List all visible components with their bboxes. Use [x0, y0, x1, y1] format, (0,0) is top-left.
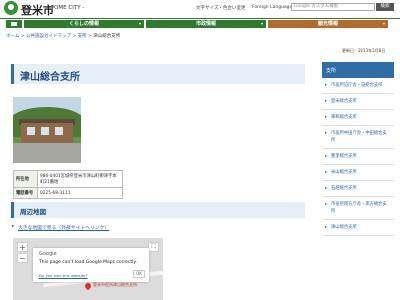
sidebar-item[interactable]: 市役所迫庁舎・迫総合支所: [322, 78, 394, 94]
sidebar: 支所 市役所迫庁舎・迫総合支所 登米総合支所 東和総合支所 市役所中田庁舎・中田…: [322, 62, 394, 236]
phone-value: 0225-68-3111: [37, 187, 123, 199]
sidebar-item[interactable]: 豊里総合支所: [322, 149, 394, 165]
phone-label: 電話番号: [13, 187, 38, 199]
ok-button[interactable]: OK: [133, 270, 145, 278]
sidebar-item[interactable]: 東和総合支所: [322, 110, 394, 126]
site-header: 登米市 - TOME CITY - 文字サイズ・色合い変更 Foreign La…: [0, 0, 400, 18]
facility-info-table: 所在地 986-0401宮城県登米市津山町柳津字本町21番地 電話番号 0225…: [13, 170, 123, 199]
table-row: 所在地 986-0401宮城県登米市津山町柳津字本町21番地: [13, 170, 123, 188]
address-label: 所在地: [13, 170, 38, 188]
fullscreen-icon[interactable]: ⛶: [148, 242, 159, 252]
city-logo-icon[interactable]: [4, 1, 18, 15]
google-map[interactable]: 登米市役所津山総合支所 + − ⛶ Google This page can't…: [13, 238, 163, 300]
global-nav: くらしの情報 市政情報 観光情報: [0, 18, 400, 28]
search-input[interactable]: Google カスタム検索: [291, 3, 375, 11]
map-heading: 周辺地図: [20, 208, 46, 216]
page-title: 津山総合支所: [20, 72, 80, 83]
site-subtitle: - TOME CITY -: [47, 5, 85, 11]
breadcrumb: ホーム > 公共施設ガイドマップ > 支所 > 津山総合支所: [6, 34, 121, 39]
search-button[interactable]: 検索: [376, 3, 394, 11]
sidebar-item[interactable]: 市役所南方庁舎・南方総合支所: [322, 197, 394, 220]
nav-city-govt[interactable]: 市政情報: [146, 20, 266, 28]
map-place-label: 登米市役所津山総合支所: [93, 282, 137, 287]
google-brand: Google: [39, 251, 57, 257]
map-heading-bar: 周辺地図: [11, 202, 305, 218]
home-icon[interactable]: [6, 20, 22, 28]
large-map-link[interactable]: 大きな地図で見る（外部サイトへリンク）: [12, 224, 109, 231]
map-error-message: This page can't load Google Maps correct…: [39, 260, 137, 265]
nav-tourism[interactable]: 観光情報: [268, 20, 388, 28]
zoom-in-button[interactable]: +: [17, 242, 28, 252]
text-size-link[interactable]: 文字サイズ・色合い変更: [196, 5, 245, 11]
sidebar-item[interactable]: 津山総合支所: [322, 220, 394, 236]
address-value: 986-0401宮城県登米市津山町柳津字本町21番地: [37, 170, 123, 188]
page-title-bar: 津山総合支所: [11, 64, 305, 84]
map-error-dialog: Google This page can't load Google Maps …: [33, 248, 149, 282]
sidebar-item[interactable]: 市役所中田庁舎・中田総合支所: [322, 126, 394, 149]
update-date: 更新日：2013年3月8日: [342, 48, 386, 53]
sidebar-item[interactable]: 米山総合支所: [322, 165, 394, 181]
sidebar-item[interactable]: 登米総合支所: [322, 94, 394, 110]
sidebar-heading[interactable]: 支所: [322, 62, 394, 78]
own-website-link[interactable]: Do you own this website?: [39, 273, 88, 278]
building-photo: [13, 97, 81, 163]
sidebar-item[interactable]: 石越総合支所: [322, 181, 394, 197]
breadcrumb-home[interactable]: ホーム: [6, 34, 19, 39]
breadcrumb-guidemap[interactable]: 公共施設ガイドマップ: [26, 34, 71, 39]
map-pin-icon[interactable]: [83, 281, 93, 291]
nav-living[interactable]: くらしの情報: [24, 20, 144, 28]
foreign-language-link[interactable]: Foreign Language: [252, 5, 292, 10]
breadcrumb-current: 津山総合支所: [93, 34, 121, 39]
zoom-out-button[interactable]: −: [17, 253, 28, 263]
table-row: 電話番号 0225-68-3111: [13, 187, 123, 199]
breadcrumb-branch[interactable]: 支所: [78, 34, 87, 39]
